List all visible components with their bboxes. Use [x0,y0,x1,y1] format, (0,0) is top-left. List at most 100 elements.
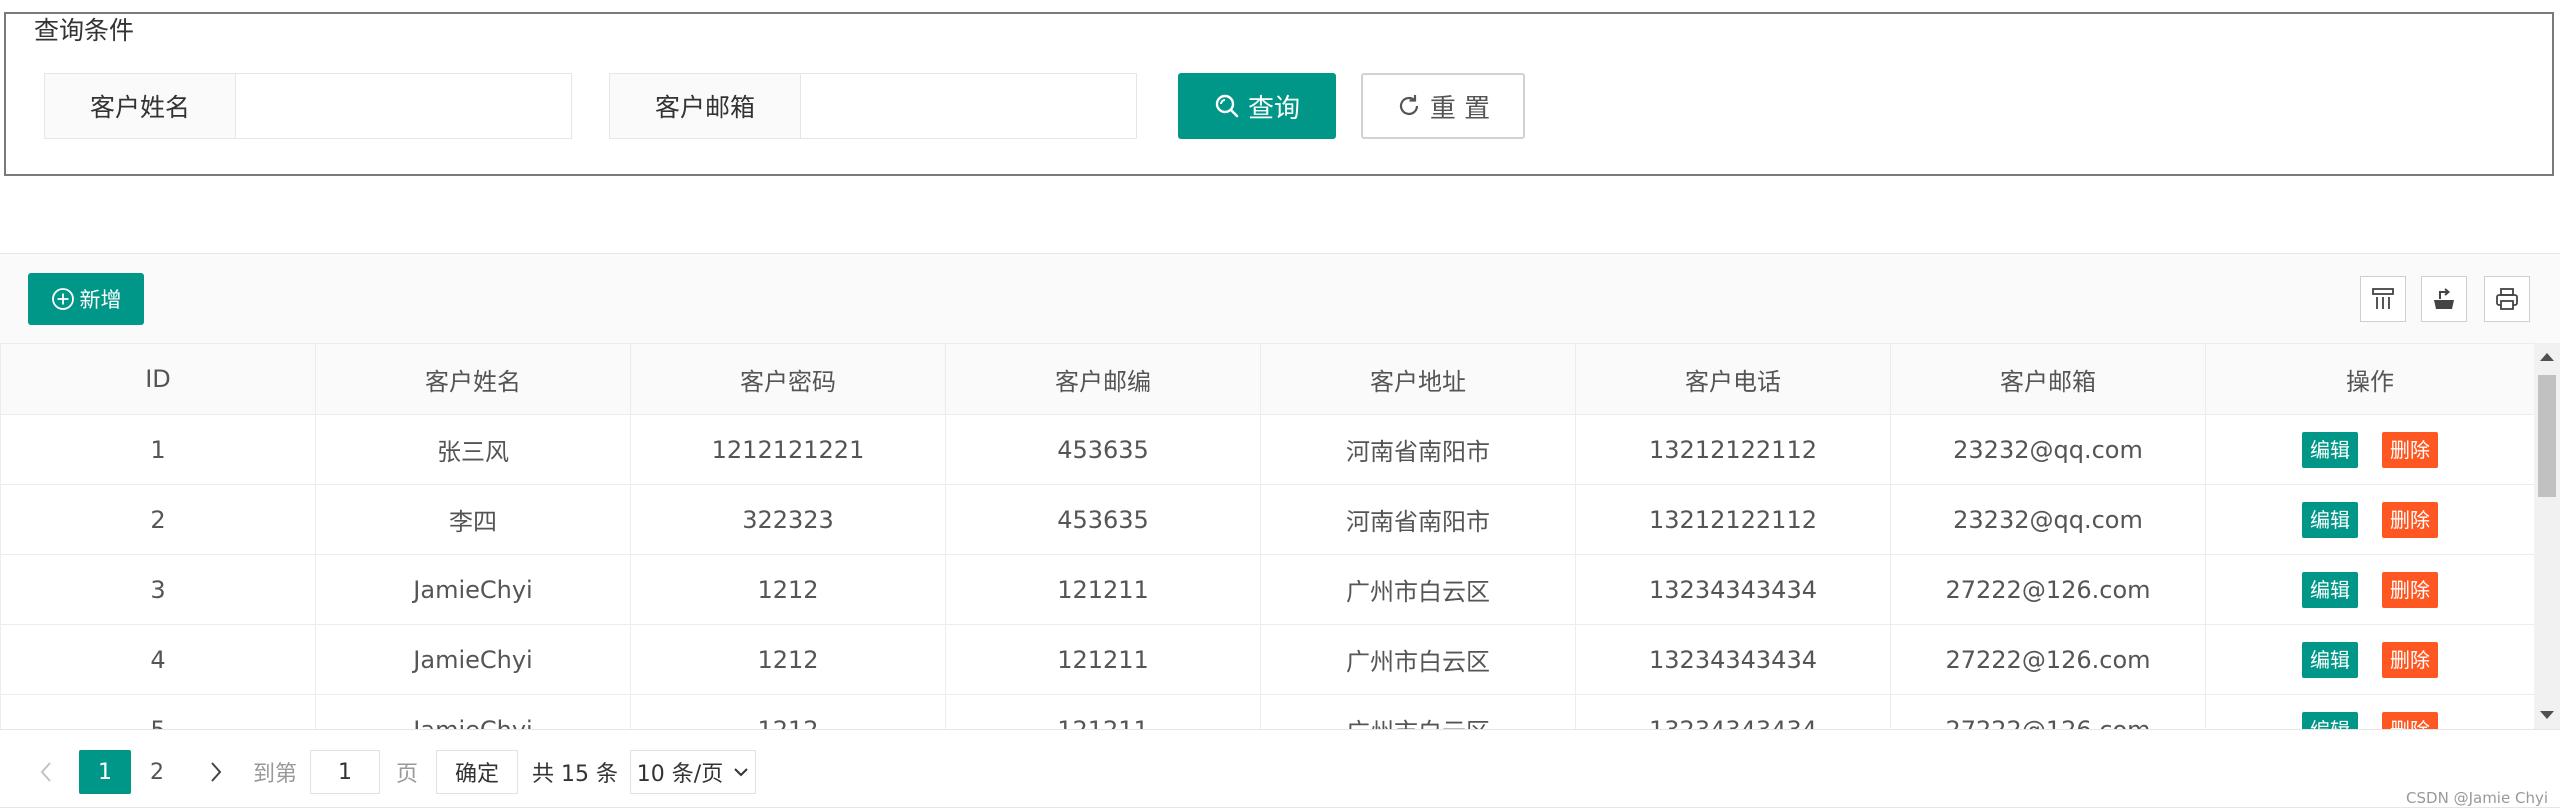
table-row[interactable]: 5 JamieChyi 1212 121211 广州市白云区 132343434… [0,694,2534,729]
cell-name: JamieChyi [315,554,631,625]
scrollbar-thumb[interactable] [2538,375,2556,497]
goto-page-input[interactable] [310,750,380,794]
cell-password: 1212 [630,694,946,729]
edit-button[interactable]: 编辑 [2302,641,2358,678]
total-count: 共 15 条 [532,762,618,787]
cell-zipcode: 121211 [945,554,1261,625]
cell-name: JamieChyi [315,694,631,729]
col-header-id[interactable]: ID [0,343,316,415]
goto-prefix: 到第 [252,762,297,787]
cell-phone: 13234343434 [1575,554,1891,625]
edit-button[interactable]: 编辑 [2302,711,2358,729]
col-header-email[interactable]: 客户邮箱 [1890,343,2206,415]
cell-password: 1212 [630,624,946,695]
cell-id: 4 [0,624,316,695]
table-scrollbar[interactable] [2534,343,2560,729]
reset-button[interactable]: 重 置 [1361,73,1525,139]
edit-button[interactable]: 编辑 [2302,431,2358,468]
cell-id: 3 [0,554,316,625]
cell-address: 广州市白云区 [1260,694,1576,729]
page-1-button[interactable]: 1 [79,750,131,794]
goto-suffix: 页 [395,762,418,787]
data-table: ID 客户姓名 客户密码 客户邮编 客户地址 客户电话 客户邮箱 操作 1 张三… [0,343,2534,729]
cell-actions: 编辑删除 [2205,414,2534,485]
cell-password: 322323 [630,484,946,555]
watermark: CSDN @Jamie Chyi [2406,789,2548,807]
scroll-down-arrow-icon[interactable] [2540,711,2554,719]
cell-actions: 编辑删除 [2205,554,2534,625]
cell-id: 2 [0,484,316,555]
add-button-label: 新增 [79,288,122,312]
refresh-icon [1396,93,1422,119]
cell-password: 1212 [630,554,946,625]
cell-address: 广州市白云区 [1260,624,1576,695]
delete-button[interactable]: 删除 [2382,571,2438,608]
delete-button[interactable]: 删除 [2382,431,2438,468]
table-panel: 新增 ID 客户姓名 客户密码 客户邮编 客户地址 客户电话 客户邮箱 操作 1… [0,253,2560,808]
delete-button[interactable]: 删除 [2382,711,2438,729]
cell-address: 河南省南阳市 [1260,484,1576,555]
cell-password: 1212121221 [630,414,946,485]
page-size-value: 10 条/页 [636,762,724,787]
cell-address: 广州市白云区 [1260,554,1576,625]
edit-button[interactable]: 编辑 [2302,571,2358,608]
customer-name-input[interactable] [236,74,571,138]
search-button[interactable]: 查询 [1178,73,1336,139]
cell-name: 张三风 [315,414,631,485]
cell-email: 27222@126.com [1890,624,2206,695]
cell-email: 23232@qq.com [1890,414,2206,485]
table-row[interactable]: 2 李四 322323 453635 河南省南阳市 13212122112 23… [0,484,2534,555]
cell-actions: 编辑 删除 [2205,694,2534,729]
cell-zipcode: 121211 [945,624,1261,695]
delete-button[interactable]: 删除 [2382,501,2438,538]
print-icon[interactable] [2484,276,2530,322]
cell-phone: 13234343434 [1575,624,1891,695]
cell-actions: 编辑删除 [2205,484,2534,555]
cell-name: JamieChyi [315,624,631,695]
customer-email-label: 客户邮箱 [610,74,801,138]
cell-email: 23232@qq.com [1890,484,2206,555]
prev-page-icon[interactable] [28,750,64,794]
cell-phone: 13212122112 [1575,484,1891,555]
edit-button[interactable]: 编辑 [2302,501,2358,538]
cell-address: 河南省南阳市 [1260,414,1576,485]
next-page-icon[interactable] [198,750,234,794]
page-size-select[interactable]: 10 条/页 [630,750,756,794]
col-header-name[interactable]: 客户姓名 [315,343,631,415]
add-button[interactable]: 新增 [28,273,144,325]
customer-name-field: 客户姓名 [44,73,572,139]
col-header-phone[interactable]: 客户电话 [1575,343,1891,415]
table-toolbar: 新增 [0,254,2560,344]
table-header-row: ID 客户姓名 客户密码 客户邮编 客户地址 客户电话 客户邮箱 操作 [0,343,2534,415]
col-header-password[interactable]: 客户密码 [630,343,946,415]
col-header-zipcode[interactable]: 客户邮编 [945,343,1261,415]
cell-actions: 编辑删除 [2205,624,2534,695]
cell-name: 李四 [315,484,631,555]
customer-email-field: 客户邮箱 [609,73,1137,139]
col-header-address[interactable]: 客户地址 [1260,343,1576,415]
cell-zipcode: 453635 [945,414,1261,485]
cell-phone: 13212122112 [1575,414,1891,485]
cell-zipcode: 121211 [945,694,1261,729]
cell-zipcode: 453635 [945,484,1261,555]
query-legend: 查询条件 [30,16,139,46]
cell-phone: 13234343434 [1575,694,1891,729]
page-2-button[interactable]: 2 [131,750,183,794]
delete-button[interactable]: 删除 [2382,641,2438,678]
query-conditions-box: 查询条件 客户姓名 客户邮箱 查询 重 置 [4,12,2554,176]
columns-filter-icon[interactable] [2360,276,2406,322]
cell-id: 1 [0,414,316,485]
table-row[interactable]: 3 JamieChyi 1212 121211 广州市白云区 132343434… [0,554,2534,625]
search-button-label: 查询 [1247,93,1300,124]
pagination: 1 2 到第 页 确定 共 15 条 10 条/页 [0,729,2560,806]
customer-email-input[interactable] [801,74,1136,138]
search-icon [1214,93,1240,119]
scroll-up-arrow-icon[interactable] [2540,353,2554,361]
chevron-down-icon [733,766,749,778]
table-row[interactable]: 4 JamieChyi 1212 121211 广州市白云区 132343434… [0,624,2534,695]
table-row[interactable]: 1 张三风 1212121221 453635 河南省南阳市 132121221… [0,414,2534,485]
export-icon[interactable] [2421,276,2467,322]
customer-name-label: 客户姓名 [45,74,236,138]
goto-confirm-button[interactable]: 确定 [436,750,518,794]
cell-id: 5 [0,694,316,729]
